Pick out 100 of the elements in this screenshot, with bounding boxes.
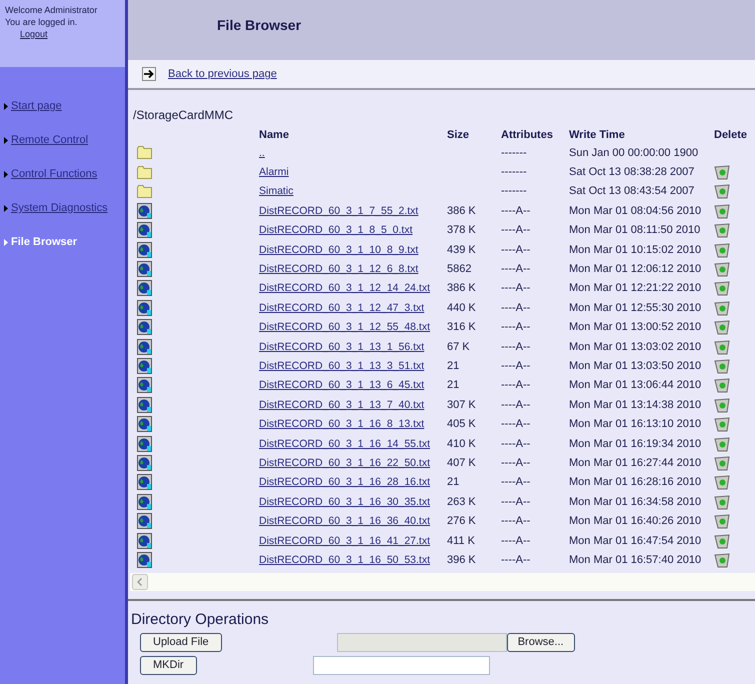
file-link[interactable]: DistRECORD_60_3_1_12_47_3.txt bbox=[259, 302, 424, 314]
trash-icon[interactable] bbox=[714, 164, 730, 180]
file-attributes: ----A-- bbox=[501, 321, 532, 334]
trash-icon[interactable] bbox=[714, 377, 730, 394]
file-size: 316 K bbox=[447, 321, 477, 334]
trash-icon[interactable] bbox=[714, 416, 730, 432]
globe-file-icon bbox=[137, 532, 152, 548]
file-link[interactable]: DistRECORD_60_3_1_13_1_56.txt bbox=[259, 340, 424, 353]
trash-icon[interactable] bbox=[714, 338, 730, 355]
write-time: Mon Mar 01 13:03:02 2010 bbox=[569, 340, 702, 353]
write-time: Mon Mar 01 13:14:38 2010 bbox=[569, 398, 702, 411]
file-attributes: ----A-- bbox=[501, 438, 532, 450]
trash-icon[interactable] bbox=[714, 358, 730, 374]
globe-file-icon bbox=[137, 242, 152, 258]
file-link[interactable]: DistRECORD_60_3_1_13_6_45.txt bbox=[259, 379, 424, 392]
upload-file-button[interactable]: Upload File bbox=[140, 632, 222, 652]
globe-file-icon bbox=[137, 338, 152, 355]
file-attributes: ----A-- bbox=[501, 282, 532, 294]
file-link[interactable]: DistRECORD_60_3_1_16_30_35.txt bbox=[259, 496, 430, 508]
triangle-icon bbox=[4, 102, 8, 110]
file-size: 263 K bbox=[447, 496, 477, 508]
file-link[interactable]: DistRECORD_60_3_1_8_5_0.txt bbox=[259, 224, 413, 236]
arrow-icon[interactable] bbox=[142, 67, 156, 81]
file-size: 405 K bbox=[447, 418, 477, 430]
file-link[interactable]: .. bbox=[259, 146, 265, 159]
file-attributes: ----A-- bbox=[501, 476, 532, 488]
trash-icon[interactable] bbox=[714, 202, 730, 219]
file-link[interactable]: DistRECORD_60_3_1_16_41_27.txt bbox=[259, 534, 430, 546]
file-size: 67 K bbox=[447, 340, 471, 353]
file-attributes: ----A-- bbox=[501, 534, 532, 546]
scroll-left-icon[interactable] bbox=[132, 574, 148, 590]
logout-link[interactable]: Logout bbox=[5, 28, 125, 40]
file-link[interactable]: DistRECORD_60_3_1_7_55_2.txt bbox=[259, 204, 418, 217]
trash-icon[interactable] bbox=[714, 513, 730, 530]
trash-icon[interactable] bbox=[714, 280, 730, 296]
globe-file-icon bbox=[137, 222, 152, 238]
file-link[interactable]: DistRECORD_60_3_1_16_14_55.txt bbox=[259, 438, 430, 450]
trash-icon[interactable] bbox=[714, 532, 730, 548]
trash-icon[interactable] bbox=[714, 242, 730, 258]
write-time: Mon Mar 01 16:19:34 2010 bbox=[569, 438, 702, 450]
file-attributes: ----A-- bbox=[501, 418, 532, 430]
file-attributes: ----A-- bbox=[501, 515, 532, 528]
trash-icon[interactable] bbox=[714, 261, 730, 278]
globe-file-icon bbox=[137, 416, 152, 432]
page-title: File Browser bbox=[217, 17, 302, 33]
file-link[interactable]: Simatic bbox=[259, 185, 294, 198]
file-size: 21 bbox=[447, 360, 460, 372]
trash-icon[interactable] bbox=[714, 319, 730, 336]
file-link[interactable]: DistRECORD_60_3_1_13_3_51.txt bbox=[259, 360, 424, 372]
file-link[interactable]: DistRECORD_60_3_1_16_36_40.txt bbox=[259, 515, 430, 528]
file-attributes: ----A-- bbox=[501, 379, 532, 392]
back-link[interactable]: Back to previous page bbox=[168, 68, 277, 80]
trash-icon[interactable] bbox=[714, 552, 730, 568]
trash-icon[interactable] bbox=[714, 183, 730, 200]
directory-name-field[interactable] bbox=[312, 656, 490, 675]
file-attributes: ----A-- bbox=[501, 302, 532, 314]
file-attributes: ------- bbox=[501, 185, 528, 198]
horizontal-scrollbar[interactable] bbox=[130, 572, 755, 591]
write-time: Mon Mar 01 16:40:26 2010 bbox=[569, 515, 702, 528]
trash-icon[interactable] bbox=[714, 436, 730, 452]
trash-icon[interactable] bbox=[714, 494, 730, 510]
file-size: 276 K bbox=[447, 515, 477, 528]
column-header: Name bbox=[259, 128, 290, 140]
file-link[interactable]: DistRECORD_60_3_1_16_28_16.txt bbox=[259, 476, 430, 488]
file-attributes: ----A-- bbox=[501, 224, 532, 236]
mkdir-button[interactable]: MKDir bbox=[140, 656, 197, 675]
directory-path: /StorageCardMMC bbox=[133, 108, 234, 124]
file-link[interactable]: DistRECORD_60_3_1_13_7_40.txt bbox=[259, 398, 424, 411]
write-time: Sat Oct 13 08:38:28 2007 bbox=[569, 166, 696, 178]
file-size: 21 bbox=[447, 476, 460, 488]
file-size: 386 K bbox=[447, 282, 477, 294]
file-link[interactable]: DistRECORD_60_3_1_12_55_48.txt bbox=[259, 321, 430, 334]
file-link[interactable]: DistRECORD_60_3_1_10_8_9.txt bbox=[259, 244, 418, 256]
file-path-field[interactable] bbox=[336, 632, 507, 652]
file-link[interactable]: DistRECORD_60_3_1_16_8_13.txt bbox=[259, 418, 424, 430]
write-time: Mon Mar 01 10:15:02 2010 bbox=[569, 244, 702, 256]
file-size: 440 K bbox=[447, 302, 477, 314]
trash-icon[interactable] bbox=[714, 454, 730, 471]
column-header: Attributes bbox=[501, 128, 554, 140]
globe-file-icon bbox=[137, 261, 152, 278]
trash-icon[interactable] bbox=[714, 396, 730, 413]
write-time: Mon Mar 01 16:47:54 2010 bbox=[569, 534, 702, 546]
globe-file-icon bbox=[137, 358, 152, 374]
file-attributes: ----A-- bbox=[501, 204, 532, 217]
file-link[interactable]: DistRECORD_60_3_1_16_22_50.txt bbox=[259, 456, 430, 469]
trash-icon[interactable] bbox=[714, 300, 730, 316]
file-link[interactable]: Alarmi bbox=[259, 166, 289, 178]
nav-link[interactable]: File Browser bbox=[11, 235, 78, 249]
write-time: Mon Mar 01 13:06:44 2010 bbox=[569, 379, 702, 392]
file-size: 439 K bbox=[447, 244, 477, 256]
trash-icon[interactable] bbox=[714, 222, 730, 238]
browse-button[interactable]: Browse... bbox=[506, 632, 575, 652]
trash-icon[interactable] bbox=[714, 474, 730, 490]
file-link[interactable]: DistRECORD_60_3_1_16_50_53.txt bbox=[259, 554, 430, 566]
file-link[interactable]: DistRECORD_60_3_1_12_6_8.txt bbox=[259, 263, 418, 276]
file-attributes: ----A-- bbox=[501, 263, 532, 276]
file-size: 410 K bbox=[447, 438, 477, 450]
triangle-icon bbox=[4, 170, 8, 178]
globe-file-icon bbox=[137, 202, 152, 219]
file-link[interactable]: DistRECORD_60_3_1_12_14_24.txt bbox=[259, 282, 430, 294]
